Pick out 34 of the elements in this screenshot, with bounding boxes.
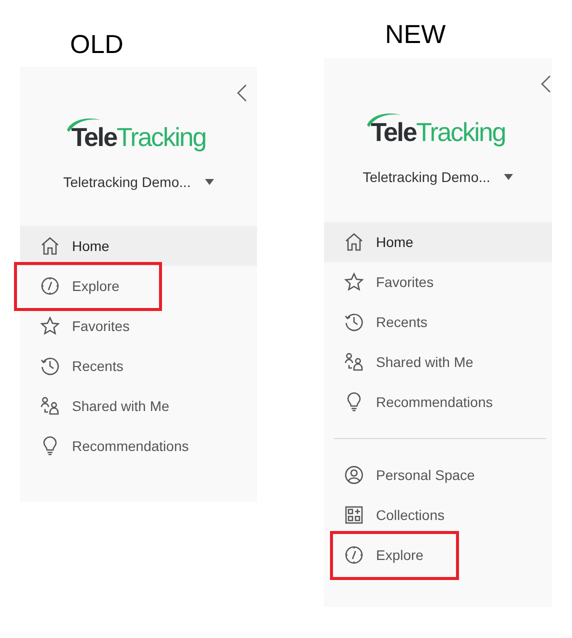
star-icon <box>344 272 364 292</box>
nav-item[interactable]: Favorites <box>20 306 257 346</box>
nav-item[interactable]: Favorites <box>324 262 552 302</box>
history-icon <box>40 356 60 376</box>
compass-icon <box>40 276 60 296</box>
nav-item[interactable]: Shared with Me <box>324 342 552 382</box>
site-selector[interactable]: Teletracking Demo... <box>20 172 257 192</box>
nav-item[interactable]: Home <box>20 226 257 266</box>
user-icon <box>344 465 364 485</box>
nav-item[interactable]: Recommendations <box>324 382 552 422</box>
nav-item[interactable]: Explore <box>324 535 552 575</box>
history-icon <box>344 312 364 332</box>
nav-item[interactable]: Collections <box>324 495 552 535</box>
nav-item[interactable]: Shared with Me <box>20 386 257 426</box>
caret-icon <box>204 179 214 185</box>
people-icon <box>344 352 364 372</box>
collections-icon <box>344 505 364 525</box>
site-selector[interactable]: Teletracking Demo... <box>324 167 552 187</box>
collapse-icon[interactable] <box>236 83 248 103</box>
home-icon <box>344 232 364 252</box>
nav-item[interactable]: Recommendations <box>20 426 257 466</box>
people-icon <box>40 396 60 416</box>
nav-item[interactable]: Recents <box>20 346 257 386</box>
nav-item[interactable]: Personal Space <box>324 455 552 495</box>
panel-heading: NEW <box>385 18 447 51</box>
panel-heading: OLD <box>70 28 124 61</box>
nav-item[interactable]: Home <box>324 222 552 262</box>
nav-item[interactable]: Explore <box>20 266 257 306</box>
star-icon <box>40 316 60 336</box>
collapse-icon[interactable] <box>540 74 552 94</box>
compass-icon <box>344 545 364 565</box>
home-icon <box>40 236 60 256</box>
nav-item[interactable]: Recents <box>324 302 552 342</box>
caret-icon <box>504 174 514 180</box>
